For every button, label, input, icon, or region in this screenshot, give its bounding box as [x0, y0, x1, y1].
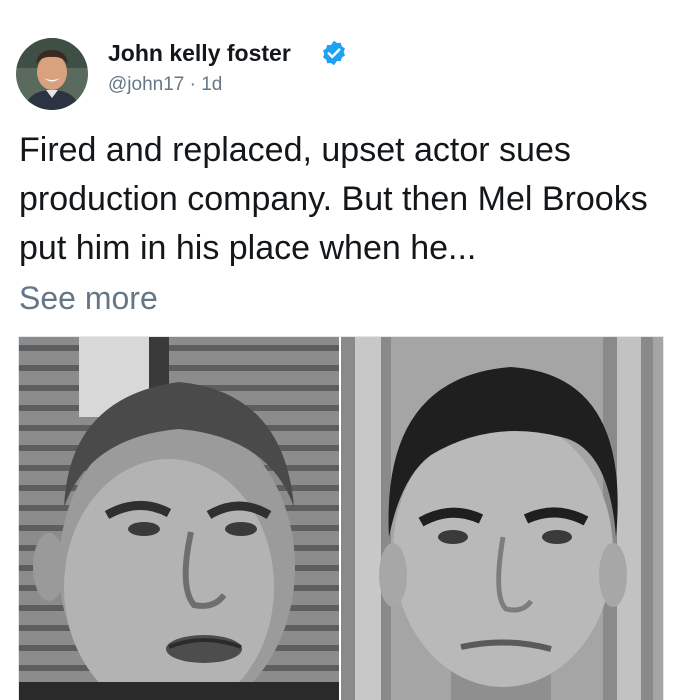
author-meta: @john17 · 1d — [108, 74, 222, 96]
tweet-timestamp[interactable]: 1d — [201, 74, 222, 95]
tweet-photo[interactable] — [18, 336, 664, 700]
author-avatar[interactable] — [16, 38, 88, 110]
user-avatar-icon — [16, 38, 88, 110]
meta-separator: · — [184, 74, 202, 95]
tweet-card: John kelly foster @john17 · 1d Fired and… — [0, 0, 700, 700]
photo-left-portrait — [19, 337, 339, 700]
author-handle[interactable]: @john17 — [108, 74, 184, 95]
tweet-text: Fired and replaced, upset actor sues pro… — [19, 131, 648, 267]
author-name[interactable]: John kelly foster — [108, 40, 291, 67]
verified-badge-icon — [323, 40, 345, 66]
photo-right-portrait — [341, 337, 663, 700]
see-more-link[interactable]: See more — [19, 276, 158, 320]
